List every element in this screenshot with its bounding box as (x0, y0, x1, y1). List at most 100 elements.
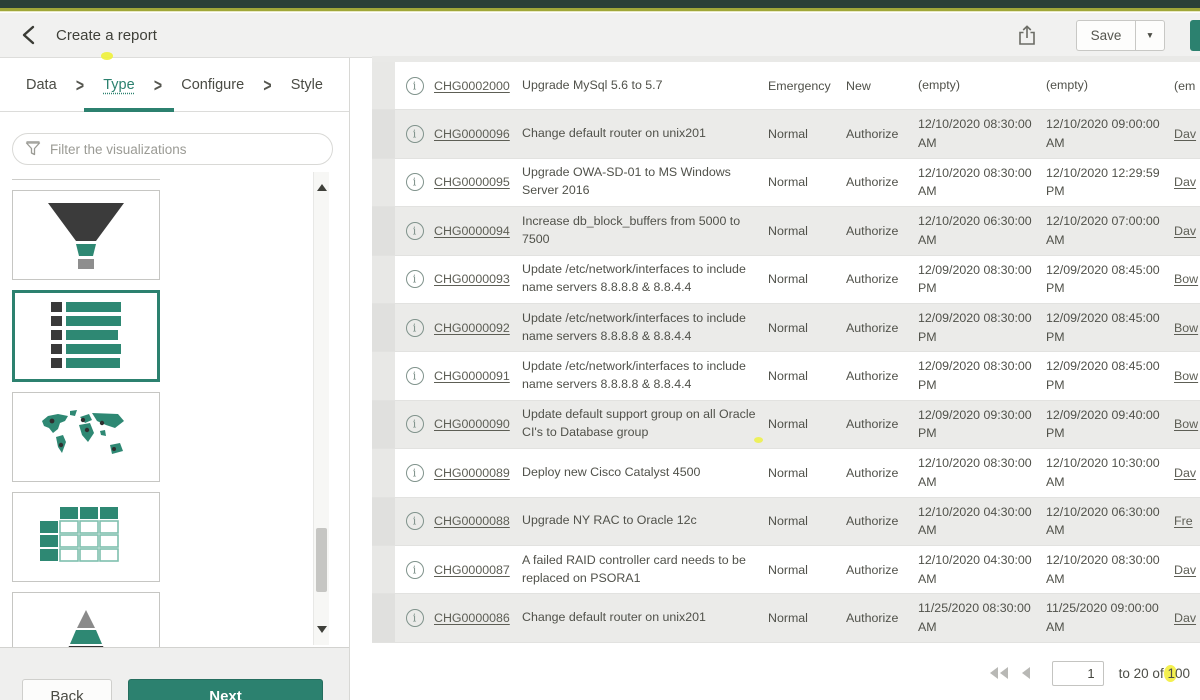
change-number-link[interactable]: CHG0000086 (434, 611, 522, 625)
short-description-cell: Update default support group on all Orac… (522, 406, 768, 442)
filter-visualizations-input[interactable] (50, 142, 320, 157)
assignee-cell[interactable]: Bow (1174, 272, 1200, 286)
viz-card-funnel[interactable] (12, 190, 160, 280)
viz-card-map[interactable] (12, 392, 160, 482)
planned-end-cell: 12/10/2020 09:00:00 AM (1046, 115, 1174, 152)
short-description-cell: Change default router on unix201 (522, 125, 768, 143)
short-description-cell: Update /etc/network/interfaces to includ… (522, 310, 768, 346)
assignee-cell[interactable]: (em (1174, 79, 1200, 93)
triangle-up-icon[interactable] (317, 184, 327, 191)
back-step-button[interactable]: Back (22, 679, 112, 700)
pagination-range: to 20 of 100 (1119, 666, 1190, 681)
back-button[interactable] (16, 23, 40, 47)
row-gutter (372, 207, 395, 254)
prev-page-button[interactable] (1020, 666, 1031, 680)
priority-cell: Normal (768, 224, 846, 238)
info-icon[interactable] (406, 464, 424, 482)
table-row: CHG0000094 Increase db_block_buffers fro… (372, 207, 1200, 255)
funnel-chart-icon (34, 199, 138, 271)
assignee-cell[interactable]: Dav (1174, 127, 1200, 141)
viz-card-table[interactable] (12, 492, 160, 582)
assignee-cell[interactable]: Bow (1174, 417, 1200, 431)
info-icon[interactable] (406, 512, 424, 530)
change-number-link[interactable]: CHG0000096 (434, 127, 522, 141)
planned-end-cell: 12/09/2020 09:40:00 PM (1046, 406, 1174, 443)
change-number-link[interactable]: CHG0000093 (434, 272, 522, 286)
first-page-button[interactable] (989, 666, 1009, 680)
assignee-cell[interactable]: Bow (1174, 369, 1200, 383)
wizard-step-type[interactable]: Type (103, 77, 134, 93)
info-icon[interactable] (406, 415, 424, 433)
state-cell: Authorize (846, 611, 918, 625)
assignee-cell[interactable]: Dav (1174, 224, 1200, 238)
viz-card-pyramid[interactable] (12, 592, 160, 647)
change-number-link[interactable]: CHG0000087 (434, 563, 522, 577)
info-icon[interactable] (406, 367, 424, 385)
assignee-cell[interactable]: Fre (1174, 514, 1200, 528)
change-number-link[interactable]: CHG0000089 (434, 466, 522, 480)
assignee-cell[interactable]: Dav (1174, 563, 1200, 577)
change-number-link[interactable]: CHG0000088 (434, 514, 522, 528)
priority-cell: Normal (768, 369, 846, 383)
planned-end-cell: 12/09/2020 08:45:00 PM (1046, 357, 1174, 394)
info-icon[interactable] (406, 561, 424, 579)
info-cell (395, 173, 434, 191)
clipped-accent-button[interactable] (1190, 20, 1200, 51)
save-dropdown-button[interactable] (1135, 20, 1165, 51)
save-button[interactable]: Save (1076, 20, 1135, 51)
table-row: CHG0000087 A failed RAID controller card… (372, 546, 1200, 594)
page-title: Create a report (56, 27, 157, 44)
row-gutter (372, 546, 395, 593)
next-step-button[interactable]: Next (128, 679, 323, 700)
wizard-step-configure[interactable]: Configure (181, 77, 244, 93)
app-header: Create a report Save (0, 13, 1200, 58)
assignee-cell[interactable]: Dav (1174, 175, 1200, 189)
change-number-link[interactable]: CHG0000094 (434, 224, 522, 238)
visualization-filter (12, 133, 333, 165)
assignee-cell[interactable]: Dav (1174, 466, 1200, 480)
scrollbar-thumb[interactable] (316, 528, 327, 592)
state-cell: Authorize (846, 127, 918, 141)
assignee-cell[interactable]: Dav (1174, 611, 1200, 625)
change-number-link[interactable]: CHG0000090 (434, 417, 522, 431)
report-wizard-panel: Data > Type > Configure > Style (0, 58, 350, 700)
info-icon[interactable] (406, 222, 424, 240)
viz-card-list[interactable] (12, 290, 160, 382)
info-icon[interactable] (406, 270, 424, 288)
table-row: CHG0000092 Update /etc/network/interface… (372, 304, 1200, 352)
change-number-link[interactable]: CHG0000091 (434, 369, 522, 383)
triangle-down-icon[interactable] (317, 626, 327, 633)
wizard-step-data[interactable]: Data (26, 77, 57, 93)
row-gutter (372, 352, 395, 399)
assignee-cell[interactable]: Bow (1174, 321, 1200, 335)
planned-start-cell: 12/09/2020 09:30:00 PM (918, 406, 1046, 443)
page-number-input[interactable] (1052, 661, 1104, 686)
priority-cell: Normal (768, 321, 846, 335)
info-icon[interactable] (406, 173, 424, 191)
info-icon[interactable] (406, 77, 424, 95)
planned-end-cell: 12/10/2020 07:00:00 AM (1046, 212, 1174, 249)
info-cell (395, 270, 434, 288)
info-cell (395, 222, 434, 240)
share-button[interactable] (1014, 22, 1040, 48)
info-icon[interactable] (406, 609, 424, 627)
row-gutter (372, 304, 395, 351)
funnel-icon (25, 141, 41, 157)
change-number-link[interactable]: CHG0000092 (434, 321, 522, 335)
header-actions: Save (1014, 20, 1200, 51)
info-icon[interactable] (406, 319, 424, 337)
change-number-link[interactable]: CHG0002000 (434, 79, 522, 93)
short-description-cell: Upgrade NY RAC to Oracle 12c (522, 512, 768, 530)
panel-scrollbar[interactable] (313, 172, 329, 645)
info-cell (395, 561, 434, 579)
planned-start-cell: 12/10/2020 08:30:00 AM (918, 164, 1046, 201)
double-chevron-left-icon (989, 666, 1009, 680)
change-number-link[interactable]: CHG0000095 (434, 175, 522, 189)
planned-start-cell: 12/09/2020 08:30:00 PM (918, 357, 1046, 394)
priority-cell: Normal (768, 272, 846, 286)
wizard-step-style[interactable]: Style (291, 77, 323, 93)
chevron-left-icon (1020, 666, 1031, 680)
table-row: CHG0000086 Change default router on unix… (372, 594, 1200, 642)
info-icon[interactable] (406, 125, 424, 143)
visualization-list (0, 170, 349, 647)
